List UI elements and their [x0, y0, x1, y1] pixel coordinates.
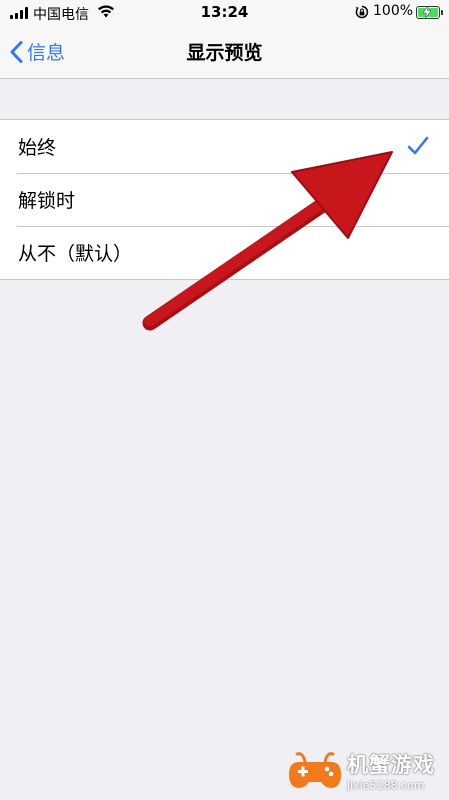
page-title: 显示预览	[186, 42, 263, 64]
gamepad-logo-icon	[289, 752, 341, 788]
option-when-unlocked[interactable]: 解锁时	[0, 173, 449, 226]
option-always[interactable]: 始终	[0, 120, 449, 173]
option-label: 解锁时	[18, 190, 76, 212]
watermark-url: jixie5188.com	[347, 778, 425, 792]
navigation-bar: 信息 显示预览	[0, 26, 449, 79]
watermark-name: 机蟹游戏	[347, 752, 435, 777]
option-label: 始终	[18, 137, 57, 159]
battery-percentage: 100%	[373, 3, 414, 19]
watermark: 机蟹游戏 jixie5188.com	[287, 748, 435, 792]
preview-options-list: 始终 解锁时 从不（默认）	[0, 119, 449, 280]
checkmark-icon	[407, 136, 429, 155]
status-bar: 中国电信 13:24 100%	[0, 0, 449, 26]
option-never[interactable]: 从不（默认）	[0, 226, 449, 279]
option-label: 从不（默认）	[18, 243, 133, 265]
battery-charging-icon	[416, 6, 443, 19]
orientation-lock-icon	[355, 5, 369, 19]
